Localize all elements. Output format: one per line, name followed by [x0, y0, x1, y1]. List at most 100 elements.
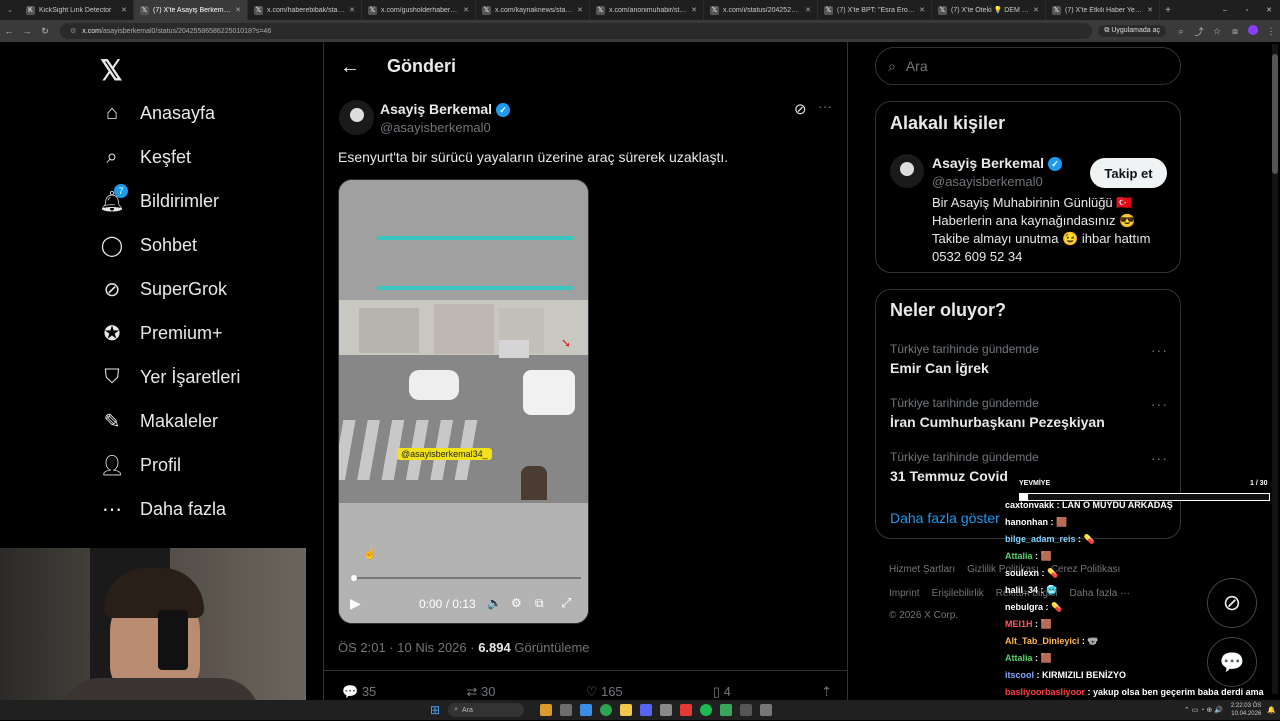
browser-tab[interactable]: 𝕏 (7) X'te Asayiş Berkemal: "Ese ✕	[134, 0, 248, 20]
chat-username[interactable]: hanonhan	[1005, 517, 1048, 527]
share-post-button[interactable]: ⇡	[821, 684, 832, 700]
close-window-button[interactable]: ✕	[1258, 6, 1280, 14]
reload-icon[interactable]: ↻	[36, 26, 54, 37]
nav-item-profil[interactable]: 👤︎ Profil	[99, 453, 181, 477]
trend-more-icon[interactable]: ···	[1151, 342, 1168, 358]
nav-item-supergrok[interactable]: ⊘ SuperGrok	[100, 277, 227, 301]
nav-item-premium-[interactable]: ✪ Premium+	[100, 321, 223, 345]
extensions-icon[interactable]: ⧈	[1226, 26, 1244, 37]
profile-avatar[interactable]	[1244, 25, 1262, 37]
related-avatar[interactable]	[890, 154, 924, 188]
tab-close-icon[interactable]: ✕	[1033, 6, 1039, 14]
footer-link[interactable]: Imprint	[889, 588, 920, 599]
new-tab-button[interactable]: +	[1160, 5, 1176, 16]
tab-close-icon[interactable]: ✕	[463, 6, 469, 14]
forward-icon[interactable]: →	[18, 26, 36, 36]
url-field[interactable]: ⚙ x.com/asayisberkemal0/status/204255865…	[60, 23, 1093, 39]
chrome-icon[interactable]	[600, 704, 613, 716]
play-icon[interactable]: ▶	[350, 595, 361, 612]
x-logo[interactable]: 𝕏	[100, 54, 123, 87]
trend-item[interactable]: Türkiye tarihinde gündemde Emir Can İğrek…	[890, 342, 1168, 376]
open-in-app-button[interactable]: ⧉ Uygulamada aç	[1098, 25, 1166, 37]
browser-tab[interactable]: 𝕏x.com/i/status/204252749753 ✕	[704, 0, 818, 20]
related-name-row[interactable]: Asayiş Berkemal ✓	[932, 155, 1062, 172]
tab-close-icon[interactable]: ✕	[919, 6, 925, 14]
author-name-row[interactable]: Asayiş Berkemal ✓	[380, 101, 510, 118]
like-button[interactable]: ♡ 165	[586, 684, 623, 700]
chat-username[interactable]: basliyoorbasliyoor	[1005, 687, 1085, 697]
repost-button[interactable]: ⇄ 30	[466, 684, 495, 700]
video-progress-thumb[interactable]	[351, 575, 357, 581]
chat-username[interactable]: itscool	[1005, 670, 1034, 680]
taskbar-app-icon[interactable]	[720, 704, 733, 716]
nav-item-bildirimler[interactable]: 🔔︎ 7 Bildirimler	[99, 184, 219, 213]
reply-button[interactable]: 💬 35	[342, 684, 376, 700]
author-avatar[interactable]	[339, 100, 374, 135]
browser-tab[interactable]: 𝕏 (7) X'te BPT: "Esra Erol'da epi ✕	[818, 0, 932, 20]
chat-username[interactable]: nebulgra	[1005, 602, 1043, 612]
site-info-icon[interactable]: ⚙	[70, 27, 76, 35]
taskbar-app-icon[interactable]	[680, 704, 693, 716]
taskbar-app-icon[interactable]	[660, 704, 673, 716]
tray-icons[interactable]: ⌃ ▭ ◔ ⊕ 🔊	[1184, 706, 1223, 714]
trend-item[interactable]: Türkiye tarihinde gündemde İran Cumhurbaş…	[890, 396, 1168, 430]
tab-list-icon[interactable]: ⌄	[0, 6, 20, 14]
related-name[interactable]: Asayiş Berkemal	[932, 155, 1044, 171]
nav-item-ke-fet[interactable]: ⌕ Keşfet	[100, 145, 191, 169]
footer-link[interactable]: Erişilebilirlik	[932, 588, 984, 599]
chat-username[interactable]: halil_34	[1005, 585, 1038, 595]
notification-icon[interactable]: 🔔	[1267, 706, 1276, 714]
author-name[interactable]: Asayiş Berkemal	[380, 101, 492, 117]
chat-username[interactable]: bilge_adam_reis	[1005, 534, 1076, 544]
tab-close-icon[interactable]: ✕	[1147, 6, 1153, 14]
trend-item[interactable]: Türkiye tarihinde gündemde 31 Temmuz Covi…	[890, 450, 1168, 484]
taskbar-search[interactable]: ⌕ Ara	[448, 703, 525, 717]
zoom-icon[interactable]: ⌕	[1172, 26, 1190, 37]
show-more-link[interactable]: Daha fazla göster	[890, 510, 1000, 526]
browser-tab[interactable]: 𝕏x.com/haberebibak/status/20 ✕	[248, 0, 362, 20]
follow-button[interactable]: Takip et	[1090, 158, 1167, 188]
post-timestamp[interactable]: ÖS 2:01 · 10 Nis 2026 ·	[338, 640, 478, 655]
scrollbar-thumb[interactable]	[1272, 54, 1278, 174]
taskbar-app-icon[interactable]	[740, 704, 753, 716]
browser-tab[interactable]: 𝕏x.com/kaynaknews/status/20 ✕	[476, 0, 590, 20]
back-icon[interactable]: ←	[0, 26, 18, 36]
taskbar-app-icon[interactable]	[580, 704, 593, 716]
tab-close-icon[interactable]: ✕	[349, 6, 355, 14]
tab-close-icon[interactable]: ✕	[577, 6, 583, 14]
chat-username[interactable]: soulexn	[1005, 568, 1039, 578]
chat-username[interactable]: MEI1H	[1005, 619, 1033, 629]
back-arrow-icon[interactable]: ←	[340, 56, 360, 79]
chat-username[interactable]: Alt_Tab_Dinleyici	[1005, 636, 1079, 646]
post-more-icon[interactable]: ···	[818, 98, 832, 114]
trend-more-icon[interactable]: ···	[1151, 450, 1168, 466]
spotify-icon[interactable]	[700, 704, 713, 716]
tab-close-icon[interactable]: ✕	[691, 6, 697, 14]
fullscreen-icon[interactable]: ⤢	[561, 595, 571, 611]
menu-icon[interactable]: ⋮	[1262, 26, 1280, 37]
star-icon[interactable]: ☆	[1208, 26, 1226, 37]
video-progress-track[interactable]	[351, 575, 581, 581]
folder-icon[interactable]	[620, 704, 633, 716]
browser-tab[interactable]: 𝕏 (7) X'te Etkili Haber Yeni Saylı ✕	[1046, 0, 1160, 20]
clock[interactable]: 2:22:03 ÖS 10.04.2026	[1231, 702, 1261, 718]
chat-username[interactable]: caxtonvakk	[1005, 500, 1054, 510]
pip-icon[interactable]: ⧉	[535, 596, 544, 611]
nav-item-sohbet[interactable]: ◯ Sohbet	[100, 233, 197, 257]
author-handle[interactable]: @asayisberkemal0	[380, 120, 491, 135]
search-box[interactable]: ⌕	[875, 47, 1181, 85]
settings-icon[interactable]: ⚙	[511, 596, 522, 610]
nav-item-yer-i-aretleri[interactable]: ⛉ Yer İşaretleri	[100, 365, 241, 389]
trend-more-icon[interactable]: ···	[1151, 396, 1168, 412]
nav-item-daha-fazla[interactable]: ⋯ Daha fazla	[100, 497, 226, 521]
tab-close-icon[interactable]: ✕	[121, 6, 127, 14]
nav-item-anasayfa[interactable]: ⌂ Anasayfa	[100, 101, 215, 125]
tab-close-icon[interactable]: ✕	[805, 6, 811, 14]
browser-tab[interactable]: 𝕏 (7) X'te Öteki 💡 DEM Partili ✕	[932, 0, 1046, 20]
footer-link[interactable]: Hizmet Şartları	[889, 564, 955, 575]
chat-username[interactable]: Attalia	[1005, 653, 1033, 663]
bookmark-button[interactable]: ▯ 4	[713, 684, 731, 700]
tab-close-icon[interactable]: ✕	[235, 6, 241, 14]
grok-icon[interactable]: ⊘	[794, 100, 807, 118]
discord-icon[interactable]	[640, 704, 653, 716]
